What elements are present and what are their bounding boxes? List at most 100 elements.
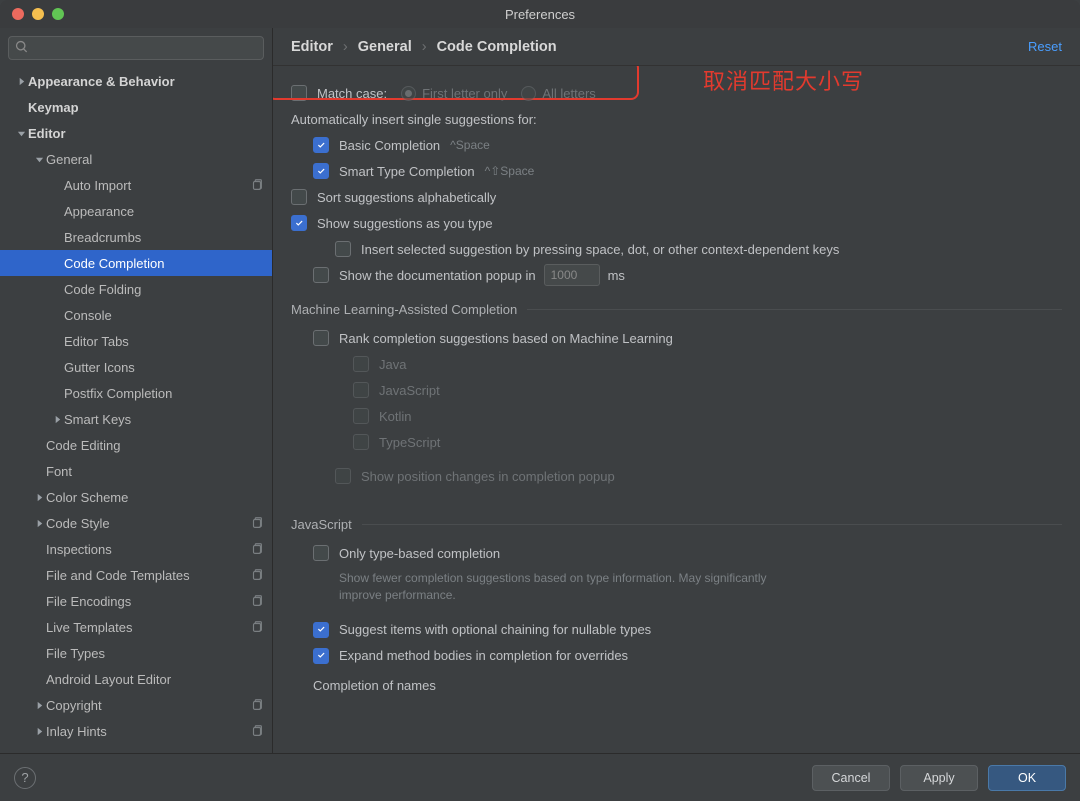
tree-item-editor-tabs[interactable]: Editor Tabs	[0, 328, 272, 354]
tree-label: Breadcrumbs	[64, 230, 264, 245]
search-field[interactable]	[8, 36, 264, 60]
tree-item-console[interactable]: Console	[0, 302, 272, 328]
show-doc-popup-checkbox[interactable]	[313, 267, 329, 283]
tree-item-keymap[interactable]: Keymap	[0, 94, 272, 120]
breadcrumb-general[interactable]: General	[358, 39, 412, 55]
ml-java-checkbox	[353, 356, 369, 372]
caret-down-icon	[14, 126, 28, 140]
tree-item-smart-keys[interactable]: Smart Keys	[0, 406, 272, 432]
window-zoom-button[interactable]	[52, 8, 64, 20]
tree-item-live-templates[interactable]: Live Templates	[0, 614, 272, 640]
copy-icon	[250, 178, 264, 192]
caret-right-icon	[32, 698, 46, 712]
tree-label: Editor Tabs	[64, 334, 264, 349]
tree-item-inspections[interactable]: Inspections	[0, 536, 272, 562]
apply-button[interactable]: Apply	[900, 765, 978, 791]
tree-item-general[interactable]: General	[0, 146, 272, 172]
tree-label: Code Style	[46, 516, 250, 531]
caret-right-icon	[32, 724, 46, 738]
js-type-based-hint: Show fewer completion suggestions based …	[339, 570, 769, 605]
titlebar: Preferences	[0, 0, 1080, 28]
tree-item-auto-import[interactable]: Auto Import	[0, 172, 272, 198]
search-input[interactable]	[35, 41, 257, 55]
tree-item-color-scheme[interactable]: Color Scheme	[0, 484, 272, 510]
tree-label: Live Templates	[46, 620, 250, 635]
ml-section-title: Machine Learning-Assisted Completion	[291, 302, 1062, 317]
tree-label: Appearance	[64, 204, 264, 219]
tree-label: Appearance & Behavior	[28, 74, 264, 89]
caret-right-icon	[50, 412, 64, 426]
show-suggestions-checkbox[interactable]	[291, 215, 307, 231]
tree-label: File Types	[46, 646, 264, 661]
settings-tree[interactable]: Appearance & Behavior Keymap Editor General…	[0, 66, 272, 753]
tree-label: Smart Keys	[64, 412, 264, 427]
tree-item-code-editing[interactable]: Code Editing	[0, 432, 272, 458]
smart-type-completion-checkbox[interactable]	[313, 163, 329, 179]
tree-item-gutter-icons[interactable]: Gutter Icons	[0, 354, 272, 380]
js-optional-chain-checkbox[interactable]	[313, 622, 329, 638]
insert-selected-checkbox[interactable]	[335, 241, 351, 257]
tree-label: Code Folding	[64, 282, 264, 297]
tree-label: Font	[46, 464, 264, 479]
ml-kotlin-checkbox	[353, 408, 369, 424]
tree-item-appearance[interactable]: Appearance	[0, 198, 272, 224]
tree-item-file-code-templates[interactable]: File and Code Templates	[0, 562, 272, 588]
tree-item-font[interactable]: Font	[0, 458, 272, 484]
reset-link[interactable]: Reset	[1028, 39, 1062, 54]
sort-alphabetically-checkbox[interactable]	[291, 189, 307, 205]
help-button[interactable]: ?	[14, 767, 36, 789]
first-letter-only-label: First letter only	[422, 86, 507, 101]
tree-item-appearance-behavior[interactable]: Appearance & Behavior	[0, 68, 272, 94]
tree-item-breadcrumbs[interactable]: Breadcrumbs	[0, 224, 272, 250]
rank-ml-label: Rank completion suggestions based on Mac…	[339, 331, 673, 346]
match-case-checkbox[interactable]	[291, 85, 307, 101]
first-letter-only-radio	[401, 86, 416, 101]
copy-icon	[250, 620, 264, 634]
window-close-button[interactable]	[12, 8, 24, 20]
tree-label: File and Code Templates	[46, 568, 250, 583]
rank-ml-checkbox[interactable]	[313, 330, 329, 346]
match-case-label: Match case:	[317, 86, 387, 101]
tree-item-postfix-completion[interactable]: Postfix Completion	[0, 380, 272, 406]
smart-type-completion-shortcut: ^⇧Space	[485, 164, 535, 178]
tree-label: Copyright	[46, 698, 250, 713]
tree-label: Keymap	[28, 100, 264, 115]
js-optional-chain-label: Suggest items with optional chaining for…	[339, 622, 651, 637]
tree-item-code-folding[interactable]: Code Folding	[0, 276, 272, 302]
cancel-button[interactable]: Cancel	[812, 765, 890, 791]
js-type-based-checkbox[interactable]	[313, 545, 329, 561]
copy-icon	[250, 698, 264, 712]
copy-icon	[250, 516, 264, 530]
tree-label: Inspections	[46, 542, 250, 557]
tree-label: Inlay Hints	[46, 724, 250, 739]
tree-item-inlay-hints[interactable]: Inlay Hints	[0, 718, 272, 744]
js-expand-bodies-label: Expand method bodies in completion for o…	[339, 648, 628, 663]
tree-label: Editor	[28, 126, 264, 141]
js-type-based-label: Only type-based completion	[339, 546, 500, 561]
tree-label: Console	[64, 308, 264, 323]
caret-right-icon	[32, 490, 46, 504]
ok-button[interactable]: OK	[988, 765, 1066, 791]
tree-item-android-layout-editor[interactable]: Android Layout Editor	[0, 666, 272, 692]
basic-completion-checkbox[interactable]	[313, 137, 329, 153]
annotation-text: 取消匹配大小写	[703, 66, 864, 96]
window-minimize-button[interactable]	[32, 8, 44, 20]
insert-selected-label: Insert selected suggestion by pressing s…	[361, 242, 839, 257]
js-section-title: JavaScript	[291, 517, 1062, 532]
breadcrumb-row: Editor › General › Code Completion Reset	[273, 28, 1080, 66]
doc-popup-delay-input[interactable]	[544, 264, 600, 286]
copy-icon	[250, 568, 264, 582]
show-doc-popup-label-post: ms	[608, 268, 625, 283]
tree-item-copyright[interactable]: Copyright	[0, 692, 272, 718]
tree-item-code-style[interactable]: Code Style	[0, 510, 272, 536]
breadcrumb-editor[interactable]: Editor	[291, 39, 333, 55]
window-title: Preferences	[0, 7, 1080, 22]
tree-item-code-completion[interactable]: Code Completion	[0, 250, 272, 276]
tree-item-file-types[interactable]: File Types	[0, 640, 272, 666]
js-expand-bodies-checkbox[interactable]	[313, 648, 329, 664]
chevron-right-icon: ›	[422, 39, 427, 55]
tree-item-editor[interactable]: Editor	[0, 120, 272, 146]
tree-item-file-encodings[interactable]: File Encodings	[0, 588, 272, 614]
ml-kotlin-label: Kotlin	[379, 409, 412, 424]
tree-label: Gutter Icons	[64, 360, 264, 375]
